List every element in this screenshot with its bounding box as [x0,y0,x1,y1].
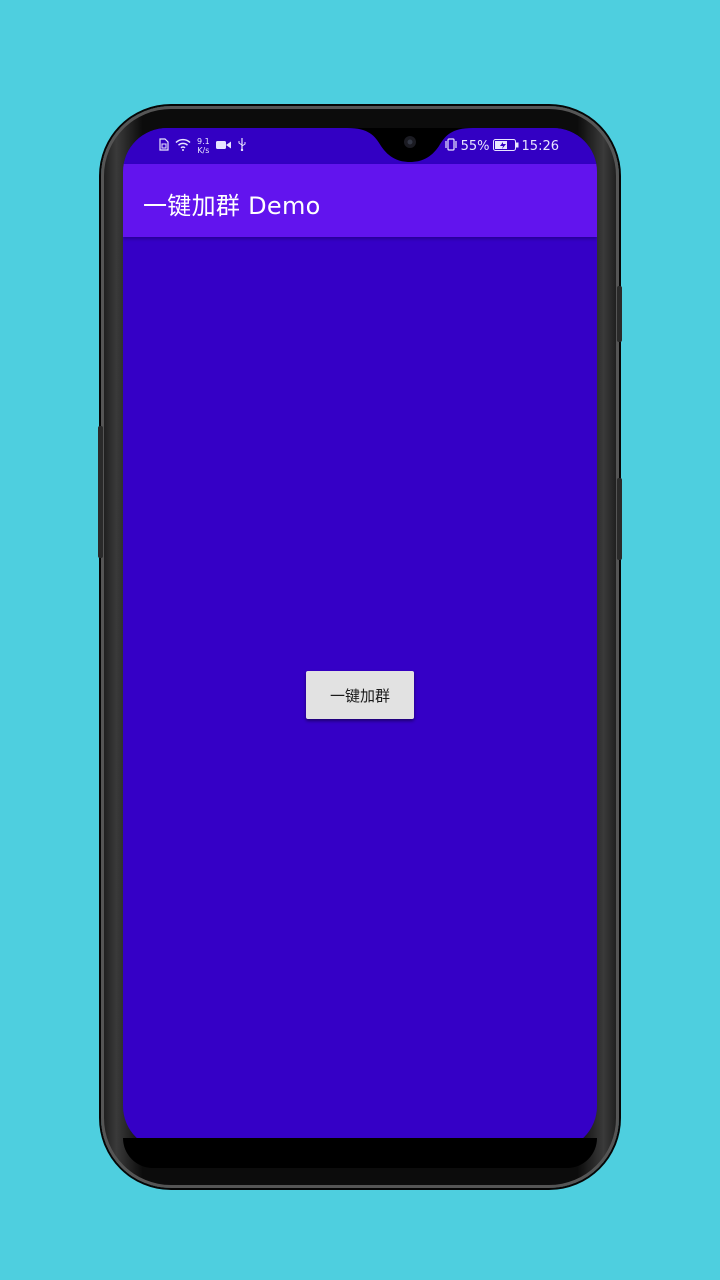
vibrate-icon [444,138,458,155]
power-button [617,286,622,342]
side-key-left [98,426,103,558]
join-group-button[interactable]: 一键加群 [306,671,414,719]
phone-screen: 9.1 K/s 55% 15:26 一键加群 Demo 一键加群 [123,128,597,1150]
status-right-group: 55% 15:26 [444,138,559,155]
volume-button [617,478,622,560]
usb-icon [237,137,247,155]
wifi-icon [175,138,191,155]
battery-percent: 55% [460,139,490,154]
net-speed-value: 9.1 [197,137,210,146]
sim-card-icon [159,137,169,155]
status-left-group: 9.1 K/s [159,137,247,155]
app-title: 一键加群 Demo [143,192,321,220]
battery-charging-icon [492,138,519,155]
video-camera-icon [215,139,231,154]
net-speed-unit: K/s [197,146,210,155]
phone-chin [123,1138,597,1168]
net-speed: 9.1 K/s [197,137,210,155]
status-bar: 9.1 K/s 55% 15:26 [123,128,597,164]
clock: 15:26 [521,139,559,154]
app-bar: 一键加群 Demo [123,164,597,237]
